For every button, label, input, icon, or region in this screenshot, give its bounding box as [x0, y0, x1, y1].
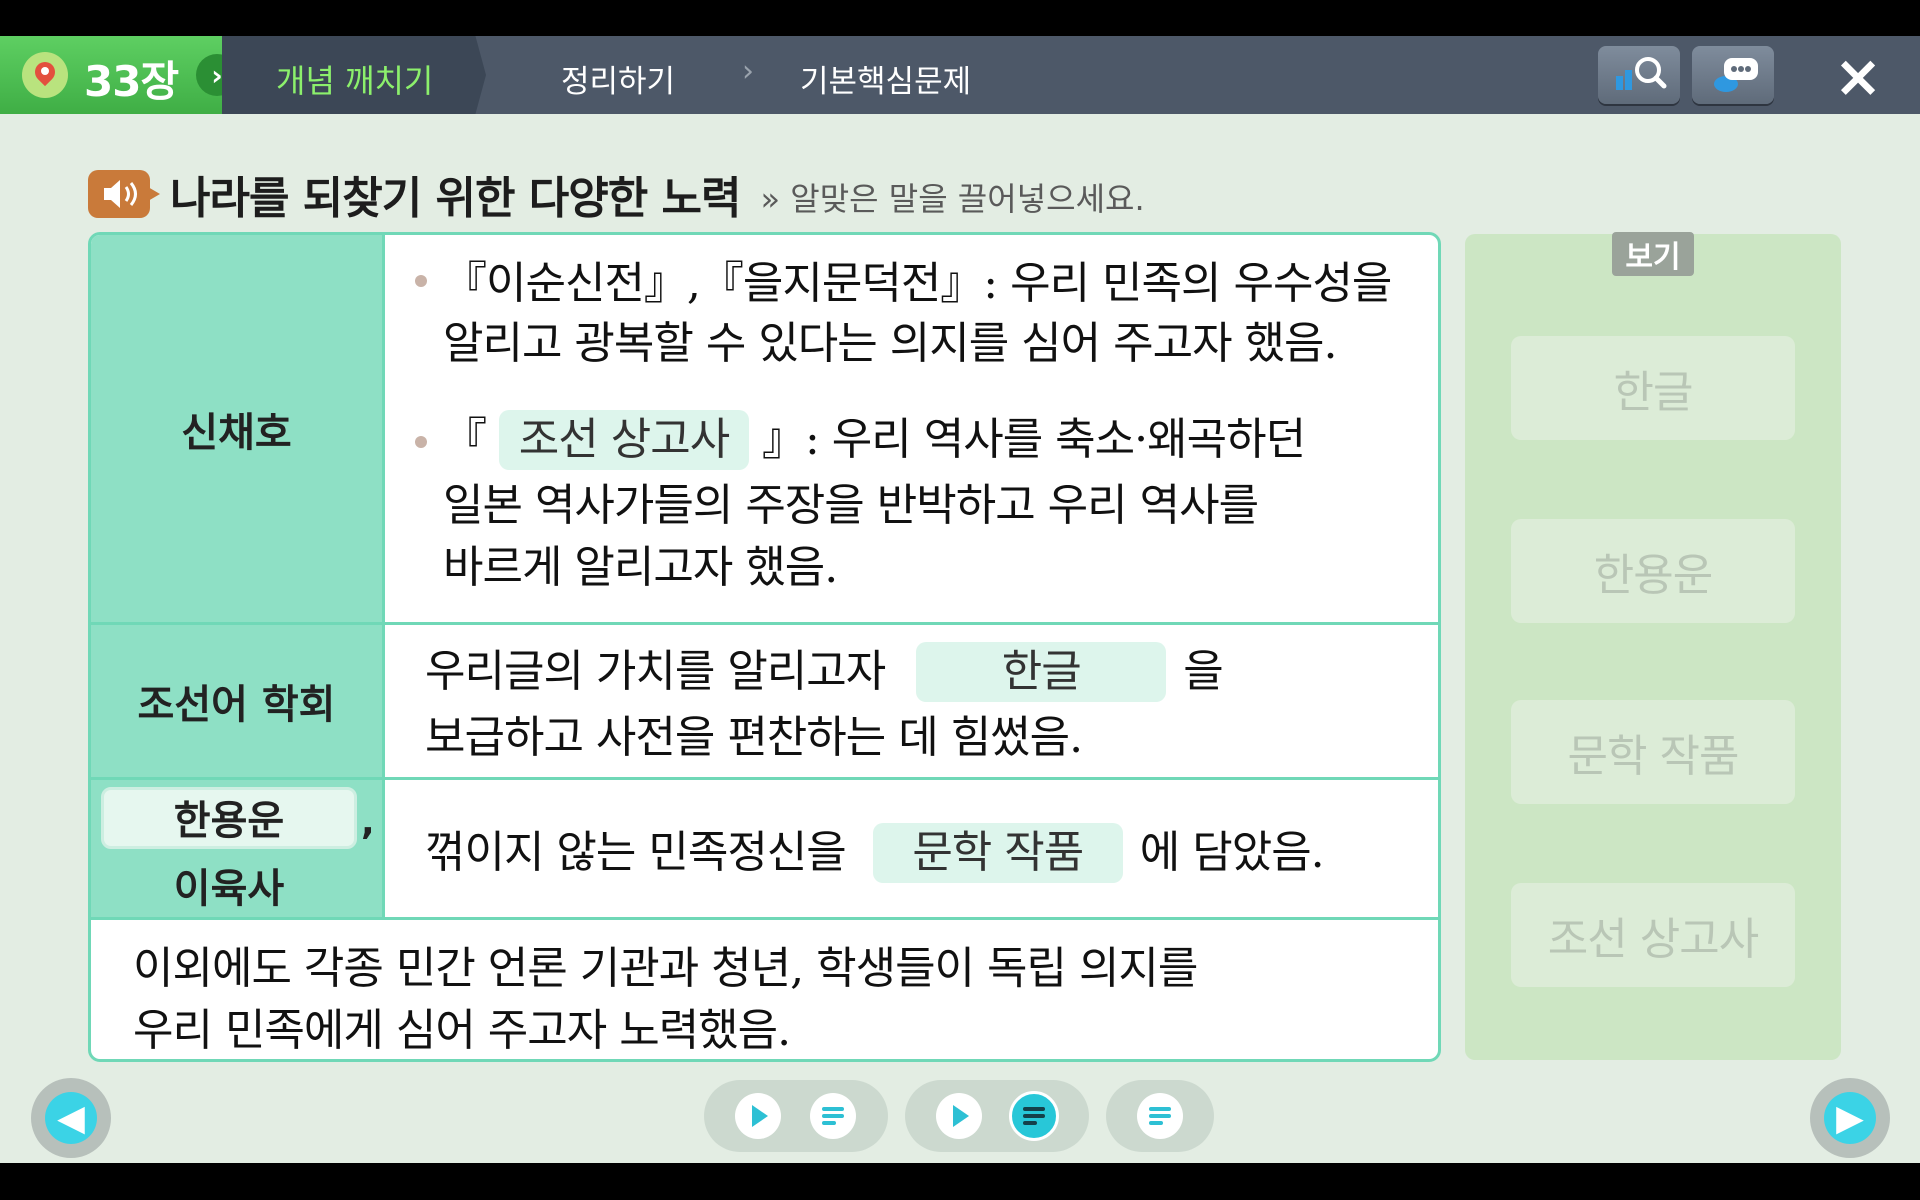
play-icon [953, 1105, 969, 1127]
text-line: 알리고 광복할 수 있다는 의지를 심어 주고자 했음. [443, 318, 1337, 369]
text-line: 보급하고 사전을 편찬하는 데 힘썼음. [425, 712, 1083, 763]
bullet [415, 275, 427, 287]
speaker-icon[interactable] [88, 170, 160, 218]
screen: 33장 › 개념 깨치기 정리하기 › 기본핵심문제 × 나라를 되찾기 위한 … [0, 0, 1920, 1200]
map-pin-icon [22, 52, 68, 98]
script-button[interactable] [1137, 1093, 1183, 1139]
next-page-button[interactable]: ▶ [1810, 1078, 1890, 1158]
answer-chip[interactable]: 한용운 [1511, 519, 1795, 623]
answer-drop-slot[interactable]: 한글 [916, 642, 1167, 702]
page-title: 나라를 되찾기 위한 다양한 노력 [170, 173, 742, 224]
table-row: 신채호 『이순신전』,『을지문덕전』: 우리 민족의 우수성을 알리고 광복할 … [91, 235, 1438, 625]
script-button-active[interactable] [1009, 1091, 1059, 1141]
text-line: 이외에도 각종 민간 언론 기관과 청년, 학생들이 독립 의지를 [133, 943, 1198, 994]
answer-bank: 보기 한글 한용운 문학 작품 조선 상고사 [1465, 232, 1841, 1060]
row-header: 조선어 학회 [91, 625, 385, 777]
media-group [704, 1080, 888, 1152]
answer-chip[interactable]: 조선 상고사 [1511, 883, 1795, 987]
header-name: 이육사 [173, 866, 285, 912]
text-line: 『 조선 상고사 』: 우리 역사를 축소·왜곡하던 [443, 403, 1306, 470]
play-button[interactable] [735, 1093, 781, 1139]
media-group [905, 1080, 1089, 1152]
top-nav-bar: 33장 › 개념 깨치기 정리하기 › 기본핵심문제 × [0, 36, 1920, 114]
text-line: 일본 역사가들의 주장을 반박하고 우리 역사를 [443, 480, 1259, 531]
row-content: 우리글의 가치를 알리고자 한글 을 보급하고 사전을 편찬하는 데 힘썼음. [385, 625, 1438, 777]
script-button[interactable] [810, 1093, 856, 1139]
search-button[interactable] [1598, 46, 1680, 104]
text-line: 『이순신전』,『을지문덕전』: 우리 민족의 우수성을 [443, 258, 1392, 309]
text-line: 우리글의 가치를 알리고자 한글 을 [425, 635, 1224, 702]
answer-bank-label: 보기 [1612, 232, 1694, 276]
play-icon [752, 1105, 768, 1127]
text-line: 우리 민족에게 심어 주고자 노력했음. [133, 1005, 791, 1056]
tab-core-problems[interactable]: 기본핵심문제 [800, 56, 971, 101]
text-lines-icon [822, 1107, 844, 1125]
answer-drop-slot[interactable]: 조선 상고사 [499, 410, 749, 470]
table-row: 한용운 , 이육사 꺾이지 않는 민족정신을 문학 작품 에 담았음. [91, 780, 1438, 920]
concept-table: 신채호 『이순신전』,『을지문덕전』: 우리 민족의 우수성을 알리고 광복할 … [88, 232, 1441, 1062]
tab-summary[interactable]: 정리하기 [561, 56, 675, 101]
tab-concept-label: 개념 깨치기 [276, 62, 434, 100]
arrow-right-icon: ▶ [1824, 1092, 1876, 1144]
text-line: 꺾이지 않는 민족정신을 문학 작품 에 담았음. [425, 816, 1325, 883]
chat-icon [1714, 58, 1758, 92]
answer-drop-slot[interactable]: 문학 작품 [872, 823, 1123, 883]
close-icon[interactable]: × [1830, 47, 1886, 105]
row-content: 『이순신전』,『을지문덕전』: 우리 민족의 우수성을 알리고 광복할 수 있다… [385, 235, 1438, 622]
chevron-right-icon: › [742, 54, 754, 89]
arrow-left-icon: ◀ [45, 1092, 97, 1144]
bullet [415, 436, 427, 448]
section-title-row: 나라를 되찾기 위한 다양한 노력 » 알맞은 말을 끌어넣으세요. [88, 164, 1145, 224]
text-lines-icon [1149, 1107, 1171, 1125]
app-window: 33장 › 개념 깨치기 정리하기 › 기본핵심문제 × 나라를 되찾기 위한 … [0, 36, 1920, 1163]
text-line: 바르게 알리고자 했음. [443, 542, 838, 593]
prev-page-button[interactable]: ◀ [31, 1078, 111, 1158]
text-lines-icon [1023, 1107, 1045, 1125]
row-header: 한용운 , 이육사 [91, 780, 385, 917]
search-icon [1616, 57, 1667, 90]
answer-chip[interactable]: 문학 작품 [1511, 700, 1795, 804]
tab-concept[interactable]: 개념 깨치기 [222, 36, 486, 114]
row-content: 꺾이지 않는 민족정신을 문학 작품 에 담았음. [385, 780, 1438, 917]
table-footer: 이외에도 각종 민간 언론 기관과 청년, 학생들이 독립 의지를 우리 민족에… [91, 920, 1438, 1059]
chapter-label: 33장 [84, 57, 179, 106]
answer-chip[interactable]: 한글 [1511, 336, 1795, 440]
table-row: 조선어 학회 우리글의 가치를 알리고자 한글 을 보급하고 사전을 편찬하는 … [91, 625, 1438, 780]
row-header: 신채호 [91, 235, 385, 622]
chat-button[interactable] [1692, 46, 1774, 104]
media-group [1106, 1080, 1214, 1152]
play-button[interactable] [936, 1093, 982, 1139]
instruction-text: » 알맞은 말을 끌어넣으세요. [760, 180, 1145, 218]
answer-drop-slot[interactable]: 한용운 [101, 787, 357, 849]
